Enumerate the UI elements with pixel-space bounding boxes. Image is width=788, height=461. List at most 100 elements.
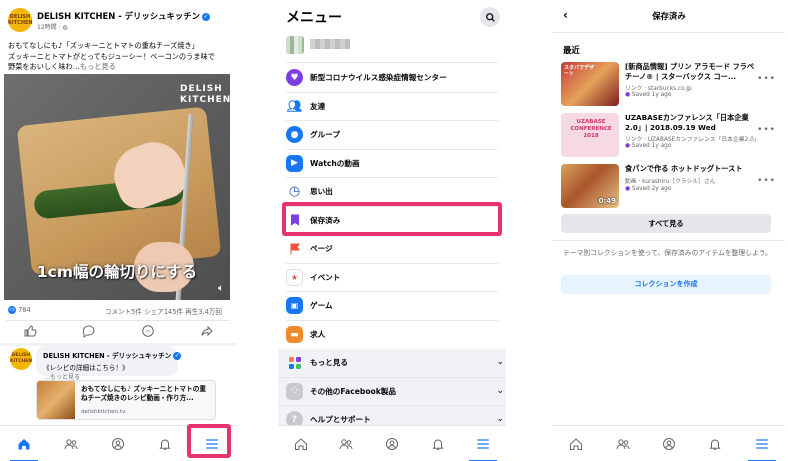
post-video[interactable]: DELISH KITCHEN 1cm幅の輪切りにする 🔈︎	[4, 74, 230, 300]
home-tab-icon[interactable]	[9, 432, 38, 461]
profile-name-blurred	[310, 39, 350, 49]
menu-tab-icon[interactable]	[469, 432, 498, 461]
engagement-counts[interactable]: コメント5件 シェア145件 再生3.4万回	[105, 306, 222, 316]
menu-item-groups[interactable]: ● グループ	[286, 121, 498, 150]
messenger-button-icon[interactable]	[141, 324, 155, 341]
comment-author[interactable]: DELISH KITCHEN - デリッシュキッチン	[43, 352, 171, 360]
more-options-icon[interactable]: •••	[757, 125, 776, 135]
menu-item-jobs[interactable]: ▬ 求人	[286, 321, 498, 350]
saved-item[interactable]: スタバでデザート [新商品情報] プリン アラモード フラペチーノ® | スター…	[561, 62, 776, 108]
menu-tab-highlight	[187, 424, 231, 458]
menu-item-friends[interactable]: 👥︎ 友達	[286, 93, 498, 121]
section-heading: 最近	[563, 45, 580, 55]
events-calendar-icon: ★	[286, 268, 303, 286]
post-stats: 👍︎ 784 コメント5件 シェア145件 再生3.4万回	[8, 306, 230, 318]
menu-item-covid-info[interactable]: ♥ 新型コロナウイルス感染症情報センター	[286, 64, 498, 93]
home-tab-icon[interactable]	[562, 432, 590, 456]
search-icon[interactable]	[480, 7, 500, 27]
memories-icon: ◷	[288, 184, 301, 200]
bookmark-dot-icon: ●	[625, 92, 632, 98]
comment-text: 《レシピの詳細はこちら！》	[43, 364, 129, 372]
saved-item[interactable]: 0:49 食パンで作る ホットドッグトースト 動画 · kurashiru［クラ…	[561, 164, 776, 210]
groups-icon: ●	[286, 126, 303, 144]
menu-item-pages[interactable]: ページ	[286, 235, 498, 264]
divider	[553, 240, 785, 241]
saved-item-title: [新商品情報] プリン アラモード フラペチーノ® | スターバックス コー..…	[625, 62, 755, 81]
profile-shortcut[interactable]	[286, 36, 498, 54]
saved-item-time: ● Saved 1y ago	[625, 143, 672, 149]
create-collection-button[interactable]: コレクションを作成	[561, 275, 771, 294]
menu-item-see-more[interactable]: もっと見る ⌄	[278, 349, 506, 378]
saved-item-source: リンク · starbucks.co.jp	[625, 86, 692, 92]
bookmark-dot-icon: ●	[625, 186, 632, 192]
globe-icon: ◍	[62, 24, 68, 31]
volume-icon[interactable]: 🔈︎	[218, 283, 224, 294]
menu-item-watch[interactable]: ▶ Watchの動画	[286, 150, 498, 178]
friends-tab-icon[interactable]	[609, 432, 637, 456]
profile-tab-icon[interactable]	[655, 432, 683, 456]
see-more-grid-icon	[286, 354, 303, 371]
saved-item[interactable]: UZABASE CONFERENCE 2018 UZABASEカンファレンス「日…	[561, 113, 776, 159]
link-host: delishkitchen.tv	[81, 409, 126, 415]
feed-screen: DELISH KITCHEN DELISH KITCHEN - デリッシュキッチ…	[0, 0, 236, 461]
see-all-button[interactable]: すべて見る	[561, 214, 771, 233]
friends-tab-icon[interactable]	[332, 432, 360, 456]
bookmark-dot-icon: ●	[625, 143, 632, 149]
more-products-icon: ⁘	[286, 382, 303, 400]
profile-tab-icon[interactable]	[378, 432, 406, 456]
like-button-icon[interactable]	[23, 324, 37, 341]
page-title: 保存済み	[652, 11, 686, 21]
see-more-link[interactable]: もっと見る	[80, 62, 116, 71]
avatar	[286, 36, 304, 54]
friends-icon: 👥︎	[286, 99, 303, 114]
post-actions	[0, 322, 236, 342]
page-avatar[interactable]: DELISH KITCHEN	[8, 8, 33, 32]
home-tab-icon[interactable]	[287, 432, 315, 456]
saved-item-source: 動画 · kurashiru［クラシル］さん	[625, 179, 716, 185]
menu-screen: メニュー ♥ 新型コロナウイルス感染症情報センター 👥︎ 友達 ● グループ ▶…	[278, 0, 506, 461]
profile-tab-icon[interactable]	[104, 432, 132, 456]
menu-item-more-products[interactable]: ⁘ その他のFacebook製品 ⌄	[278, 377, 506, 406]
collections-hint: テーマ別コレクションを使って、保存済みのアイテムを整理しよう。	[563, 249, 772, 257]
page-name[interactable]: DELISH KITCHEN - デリッシュキッチン	[37, 11, 200, 21]
saved-thumbnail: スタバでデザート	[561, 62, 619, 106]
like-count[interactable]: 784	[18, 306, 31, 314]
saved-item-time: ● Saved 2y ago	[625, 186, 672, 192]
post-header: DELISH KITCHEN DELISH KITCHEN - デリッシュキッチ…	[8, 8, 230, 34]
menu-item-gaming[interactable]: ▣ ゲーム	[286, 292, 498, 321]
video-duration: 0:49	[598, 197, 616, 205]
post-time: 12時間 · ◍	[37, 24, 68, 31]
divider	[6, 320, 230, 321]
friends-tab-icon[interactable]	[57, 432, 85, 456]
more-options-icon[interactable]: •••	[757, 176, 776, 186]
jobs-briefcase-icon: ▬	[286, 326, 303, 344]
post-caption: おもてなしにも♪「ズッキーニとトマトの重ねチーズ焼き」 ズッキーニとトマトがとっ…	[8, 41, 215, 71]
menu-list: ♥ 新型コロナウイルス感染症情報センター 👥︎ 友達 ● グループ ▶ Watc…	[278, 64, 506, 435]
link-title: おもてなしにも♪ ズッキーニとトマトの重ねチーズ焼きのレシピ動画・作り方...	[81, 385, 206, 402]
comment-button-icon[interactable]	[82, 324, 96, 341]
more-options-icon[interactable]: •••	[757, 74, 776, 84]
link-thumbnail	[37, 381, 75, 419]
notifications-tab-icon[interactable]	[701, 432, 729, 456]
notifications-tab-icon[interactable]	[424, 432, 452, 456]
saved-thumbnail: UZABASE CONFERENCE 2018	[561, 113, 619, 157]
verified-badge-icon: ✓	[201, 12, 210, 21]
watch-icon: ▶	[286, 154, 303, 172]
divider	[286, 62, 498, 63]
comment-avatar[interactable]: DELISH KITCHEN	[10, 348, 32, 370]
menu-item-events[interactable]: ★ イベント	[286, 264, 498, 292]
gaming-icon: ▣	[286, 297, 303, 315]
saved-item-title: UZABASEカンファレンス「日本企業2.0」| 2018.09.19 Wed	[625, 113, 749, 132]
bottom-tab-bar	[553, 425, 785, 461]
video-watermark: DELISH KITCHEN	[180, 84, 230, 105]
chevron-down-icon: ⌄	[496, 385, 504, 396]
menu-tab-icon[interactable]	[747, 432, 776, 461]
share-button-icon[interactable]	[200, 324, 214, 341]
link-preview-card[interactable]: おもてなしにも♪ ズッキーニとトマトの重ねチーズ焼きのレシピ動画・作り方... …	[36, 380, 216, 420]
saved-item-highlight	[282, 202, 502, 236]
verified-badge-icon: ✓	[173, 352, 182, 360]
divider	[553, 32, 785, 33]
notifications-tab-icon[interactable]	[151, 432, 179, 456]
post-page-name-link[interactable]: DELISH KITCHEN - デリッシュキッチン ✓	[37, 10, 210, 22]
saved-video-thumbnail: 0:49	[561, 164, 619, 208]
